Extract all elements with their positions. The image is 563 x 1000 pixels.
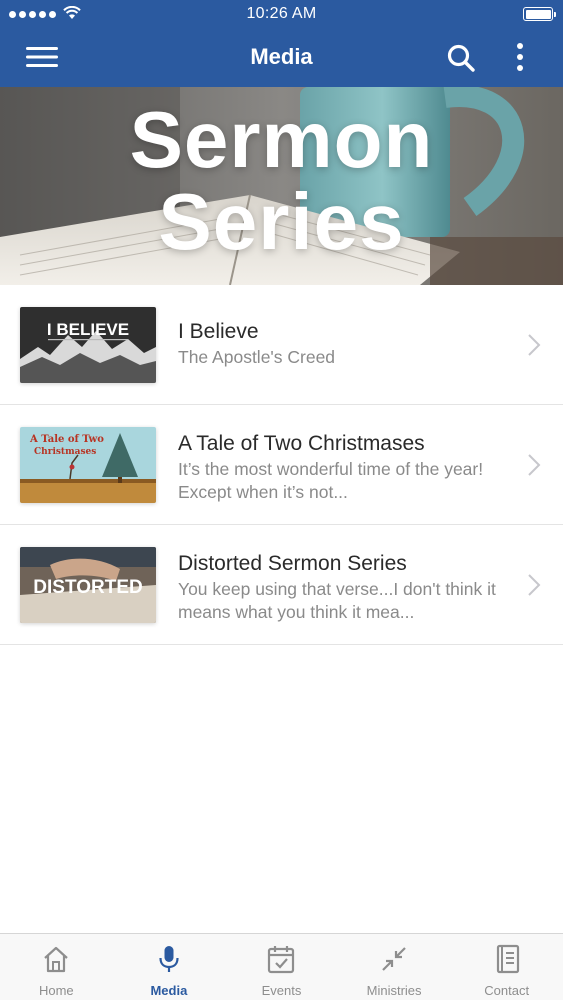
tab-events-label: Events (261, 983, 302, 998)
series-thumbnail: I BELIEVE (20, 307, 156, 383)
search-button[interactable] (445, 42, 477, 74)
series-thumbnail: A Tale of Two Christmases (20, 427, 156, 503)
chevron-right-icon (528, 334, 541, 356)
page-title: Media (250, 44, 313, 69)
hero-title: Sermon Series (0, 99, 563, 263)
chevron-right-icon (528, 574, 541, 596)
nav-bar: Media (0, 30, 563, 87)
series-row-i-believe[interactable]: I BELIEVE I Believe The Apostle's Creed (0, 285, 563, 405)
tab-media[interactable]: Media (113, 934, 226, 1000)
contact-book-icon (496, 944, 519, 974)
home-icon (44, 946, 69, 973)
series-row-tale-of-two-christmases[interactable]: A Tale of Two Christmases A Tale of Two … (0, 405, 563, 525)
series-subtitle: It’s the most wonderful time of the year… (178, 459, 484, 502)
calendar-icon (268, 946, 295, 974)
tab-ministries[interactable]: Ministries (338, 934, 451, 1000)
series-subtitle: You keep using that verse...I don't thin… (178, 579, 496, 622)
tab-contact-label: Contact (484, 983, 530, 998)
bottom-tab-bar: Home Media Events Ministries Contact (0, 933, 563, 1000)
tab-ministries-label: Ministries (366, 983, 422, 998)
series-title: A Tale of Two Christmases (178, 432, 425, 455)
series-title: I Believe (178, 320, 259, 343)
series-text: A Tale of Two Christmases It’s the most … (178, 431, 508, 504)
chevron-right-icon (528, 454, 541, 476)
series-title: Distorted Sermon Series (178, 552, 407, 575)
thumb-text: I BELIEVE (47, 320, 129, 339)
sermon-series-list: I BELIEVE I Believe The Apostle's Creed (0, 285, 563, 645)
more-vertical-icon (517, 43, 523, 71)
series-subtitle: The Apostle's Creed (178, 347, 336, 367)
thumb-text: DISTORTED (33, 577, 142, 598)
series-thumbnail: DISTORTED (20, 547, 156, 623)
hero-banner: Sermon Series (0, 87, 563, 285)
series-text: Distorted Sermon Series You keep using t… (178, 551, 508, 624)
tab-events[interactable]: Events (225, 934, 338, 1000)
tab-contact[interactable]: Contact (450, 934, 563, 1000)
series-row-distorted[interactable]: DISTORTED Distorted Sermon Series You ke… (0, 525, 563, 645)
tab-home[interactable]: Home (0, 934, 113, 1000)
tab-home-label: Home (38, 983, 74, 998)
series-text: I Believe The Apostle's Creed (178, 319, 508, 369)
top-bar: 10:26 AM Media (0, 0, 563, 87)
status-bar: 10:26 AM (0, 0, 563, 30)
media-screen: 10:26 AM Media Sermon Series I BELIEVE I… (0, 0, 563, 1000)
tab-media-label: Media (150, 983, 188, 998)
hero-title-line1: Sermon (129, 95, 434, 184)
search-icon (447, 44, 475, 72)
thumb-text-line2: Christmases (34, 447, 96, 457)
more-options-button[interactable] (508, 40, 532, 76)
battery-icon (523, 7, 556, 21)
thumb-text-line1: A Tale of Two (29, 434, 104, 445)
hero-title-line2: Series (158, 177, 405, 266)
menu-button[interactable] (22, 42, 62, 72)
arrows-inward-icon (382, 947, 406, 971)
microphone-icon (159, 946, 179, 972)
hamburger-menu-icon (26, 47, 58, 67)
status-time: 10:26 AM (246, 5, 317, 22)
